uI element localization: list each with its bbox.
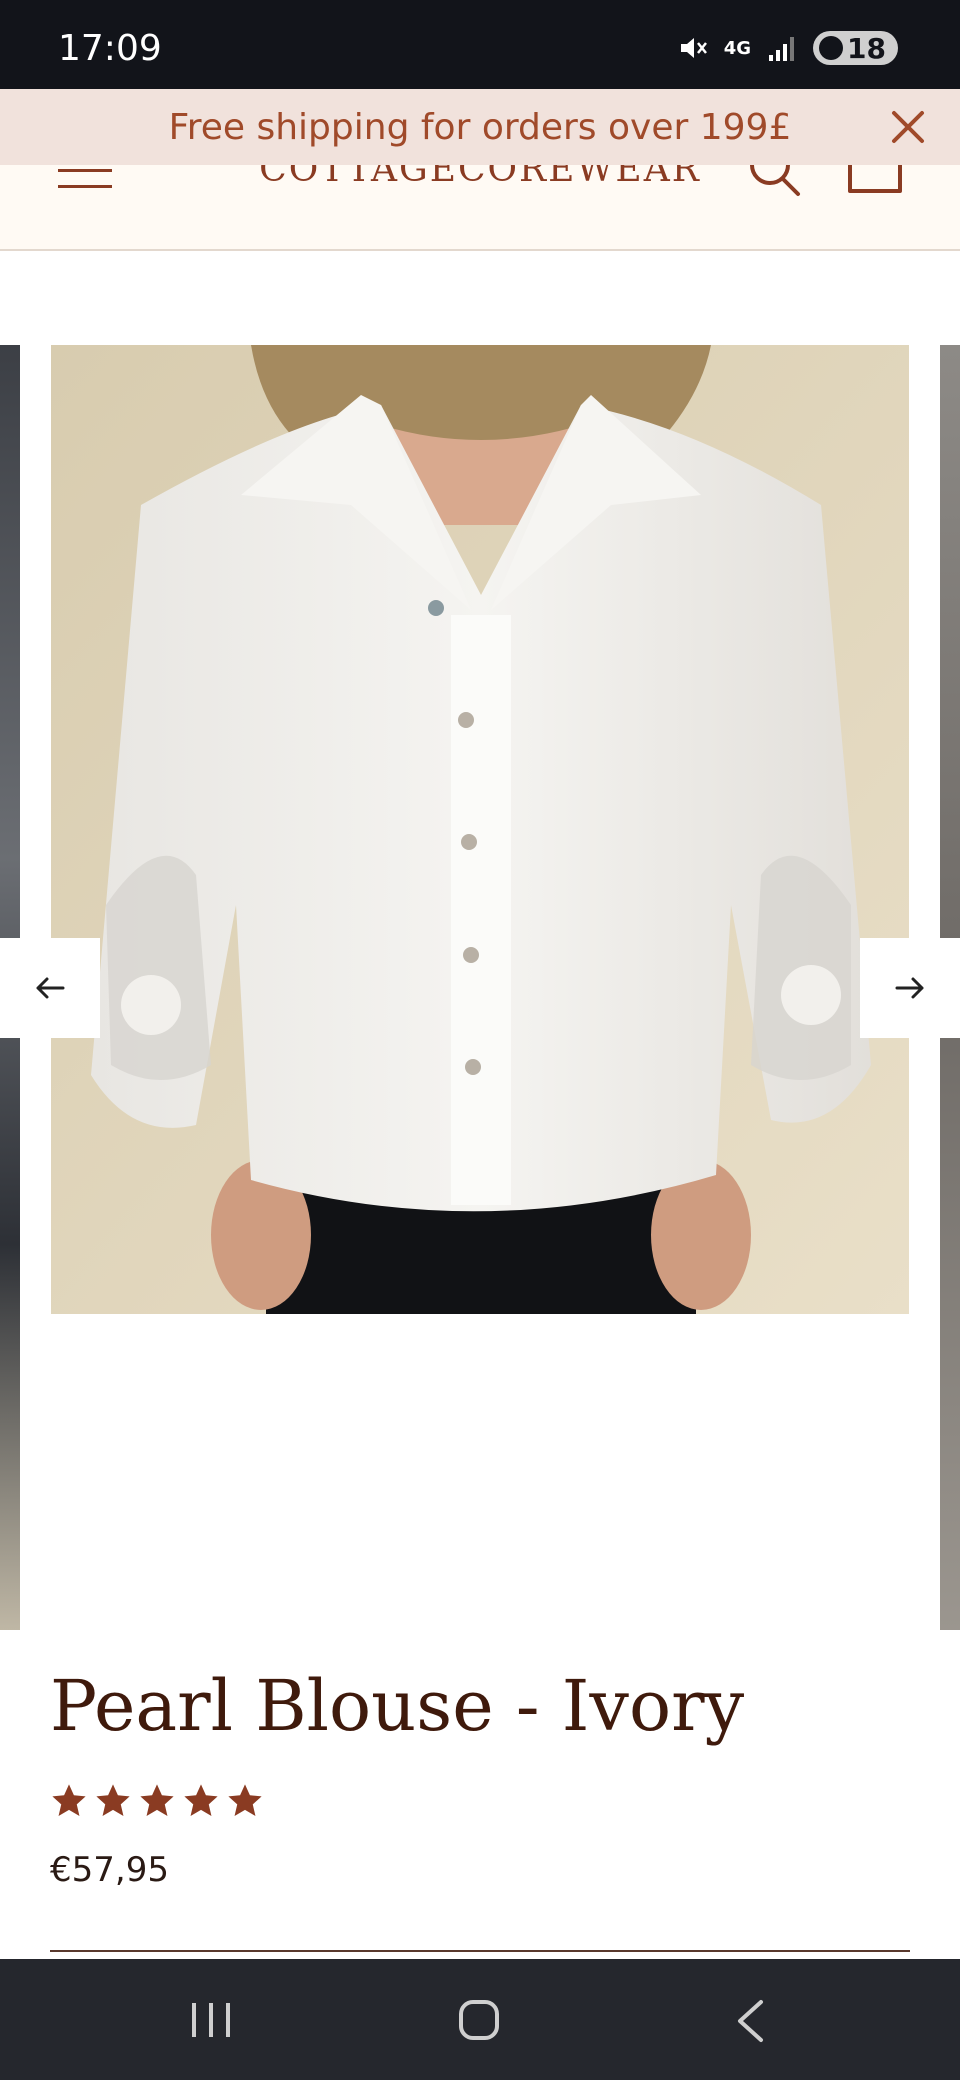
product-gallery: [0, 345, 960, 1630]
arrow-right-icon: [895, 977, 924, 999]
signal-icon: [769, 37, 795, 61]
battery-saver-icon: [819, 36, 844, 60]
announcement-bar: Free shipping for orders over 199£: [0, 89, 960, 165]
search-icon[interactable]: [746, 165, 804, 197]
site-header: COTTAGECOREWEAR: [0, 165, 960, 251]
site-logo[interactable]: COTTAGECOREWEAR: [0, 165, 960, 190]
battery-indicator: 18: [813, 31, 898, 65]
cart-icon[interactable]: [846, 165, 904, 197]
status-bar: 17:09 4G 18: [0, 0, 960, 89]
mute-icon: [680, 38, 707, 58]
back-icon[interactable]: [735, 1999, 765, 2043]
gallery-prev-button[interactable]: [0, 938, 100, 1038]
status-time: 17:09: [58, 28, 162, 69]
recent-apps-icon[interactable]: [190, 2001, 232, 2039]
battery-level: 18: [847, 31, 886, 65]
home-icon[interactable]: [458, 1999, 500, 2041]
status-icons: 4G 18: [678, 30, 898, 66]
product-title: Pearl Blouse - Ivory: [50, 1665, 745, 1747]
divider: [50, 1950, 910, 1952]
star-icon: [96, 1784, 130, 1817]
product-image[interactable]: [51, 345, 909, 1314]
close-icon[interactable]: [890, 109, 926, 145]
system-nav-bar: [0, 1959, 960, 2080]
star-icon: [184, 1784, 218, 1817]
network-type-icon: 4G: [723, 37, 752, 59]
product-price: €57,95: [50, 1850, 169, 1890]
arrow-left-icon: [36, 977, 65, 999]
star-icon: [140, 1784, 174, 1817]
star-icon: [228, 1784, 262, 1817]
gallery-next-button[interactable]: [860, 938, 960, 1038]
announcement-text: Free shipping for orders over 199£: [168, 107, 792, 148]
star-icon: [52, 1784, 86, 1817]
product-rating[interactable]: [50, 1782, 264, 1820]
